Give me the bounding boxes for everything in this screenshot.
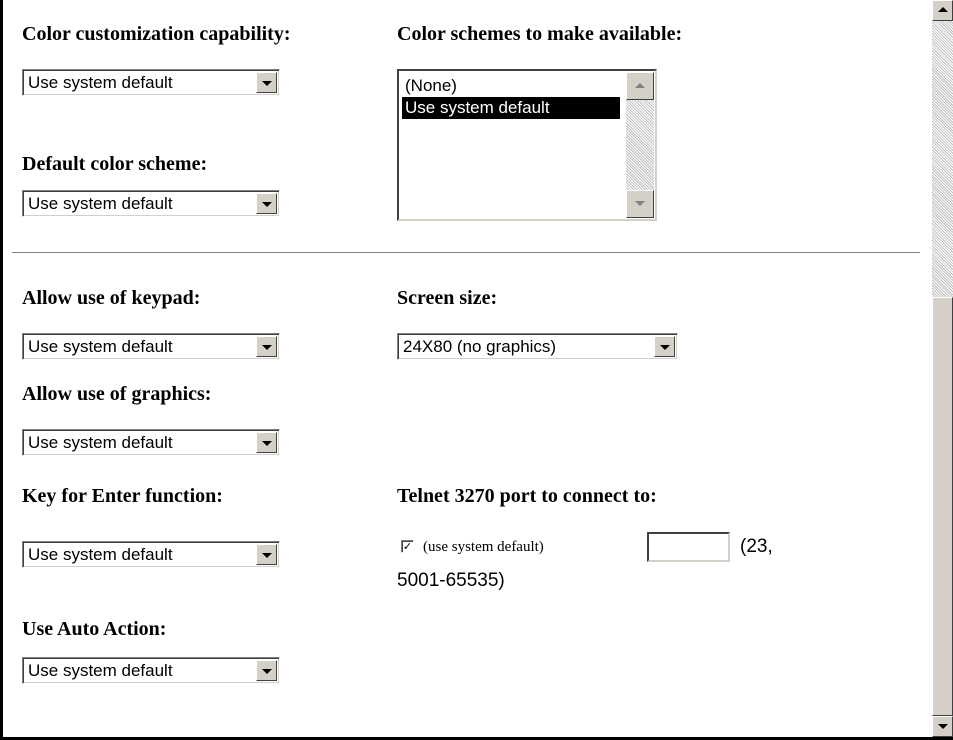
graphics-label: Allow use of graphics: [22,383,212,405]
enter-key-label: Key for Enter function: [22,485,223,507]
scrollbar-thumb[interactable] [932,297,953,716]
screen-size-label: Screen size: [397,287,498,309]
telnet-port-input[interactable] [647,532,730,562]
default-color-scheme-label: Default color scheme: [22,153,208,175]
graphics-value: Use system default [28,433,173,452]
scroll-up-icon[interactable] [932,0,953,21]
enter-key-value: Use system default [28,545,173,564]
enter-key-select[interactable]: Use system default [22,541,280,568]
chevron-down-icon[interactable] [256,193,277,214]
screen-size-select[interactable]: 24X80 (no graphics) [397,333,678,360]
auto-action-value: Use system default [28,661,173,680]
chevron-down-icon[interactable] [256,544,277,565]
section-divider [12,252,920,254]
scroll-down-icon[interactable] [932,716,953,737]
page-scrollbar[interactable] [932,0,953,737]
listbox-option-system-default[interactable]: Use system default [402,97,620,119]
scroll-up-icon[interactable] [626,72,654,100]
chevron-down-icon[interactable] [256,336,277,357]
keypad-value: Use system default [28,337,173,356]
keypad-select[interactable]: Use system default [22,333,280,360]
port-range-text-1: (23, [740,536,773,557]
use-system-default-label: (use system default) [423,539,544,555]
auto-action-label: Use Auto Action: [22,618,167,640]
color-schemes-label: Color schemes to make available: [397,23,683,45]
color-schemes-listbox[interactable]: (None) Use system default [397,69,657,221]
screen-size-value: 24X80 (no graphics) [403,337,557,356]
use-system-default-checkbox[interactable]: ✓ [401,540,414,553]
chevron-down-icon[interactable] [256,660,277,681]
listbox-option-none[interactable]: (None) [402,75,460,97]
auto-action-select[interactable]: Use system default [22,657,280,684]
color-customization-select[interactable]: Use system default [22,69,280,96]
port-range-text-2: 5001-65535) [397,570,505,591]
color-customization-label: Color customization capability: [22,23,291,45]
default-color-scheme-select[interactable]: Use system default [22,190,280,217]
default-color-scheme-value: Use system default [28,194,173,213]
chevron-down-icon[interactable] [256,72,277,93]
scroll-down-icon[interactable] [626,190,654,218]
graphics-select[interactable]: Use system default [22,429,280,456]
telnet-port-label: Telnet 3270 port to connect to: [397,485,657,507]
listbox-scrollbar[interactable] [626,72,654,218]
color-customization-value: Use system default [28,73,173,92]
keypad-label: Allow use of keypad: [22,287,201,309]
chevron-down-icon[interactable] [256,432,277,453]
chevron-down-icon[interactable] [654,336,675,357]
